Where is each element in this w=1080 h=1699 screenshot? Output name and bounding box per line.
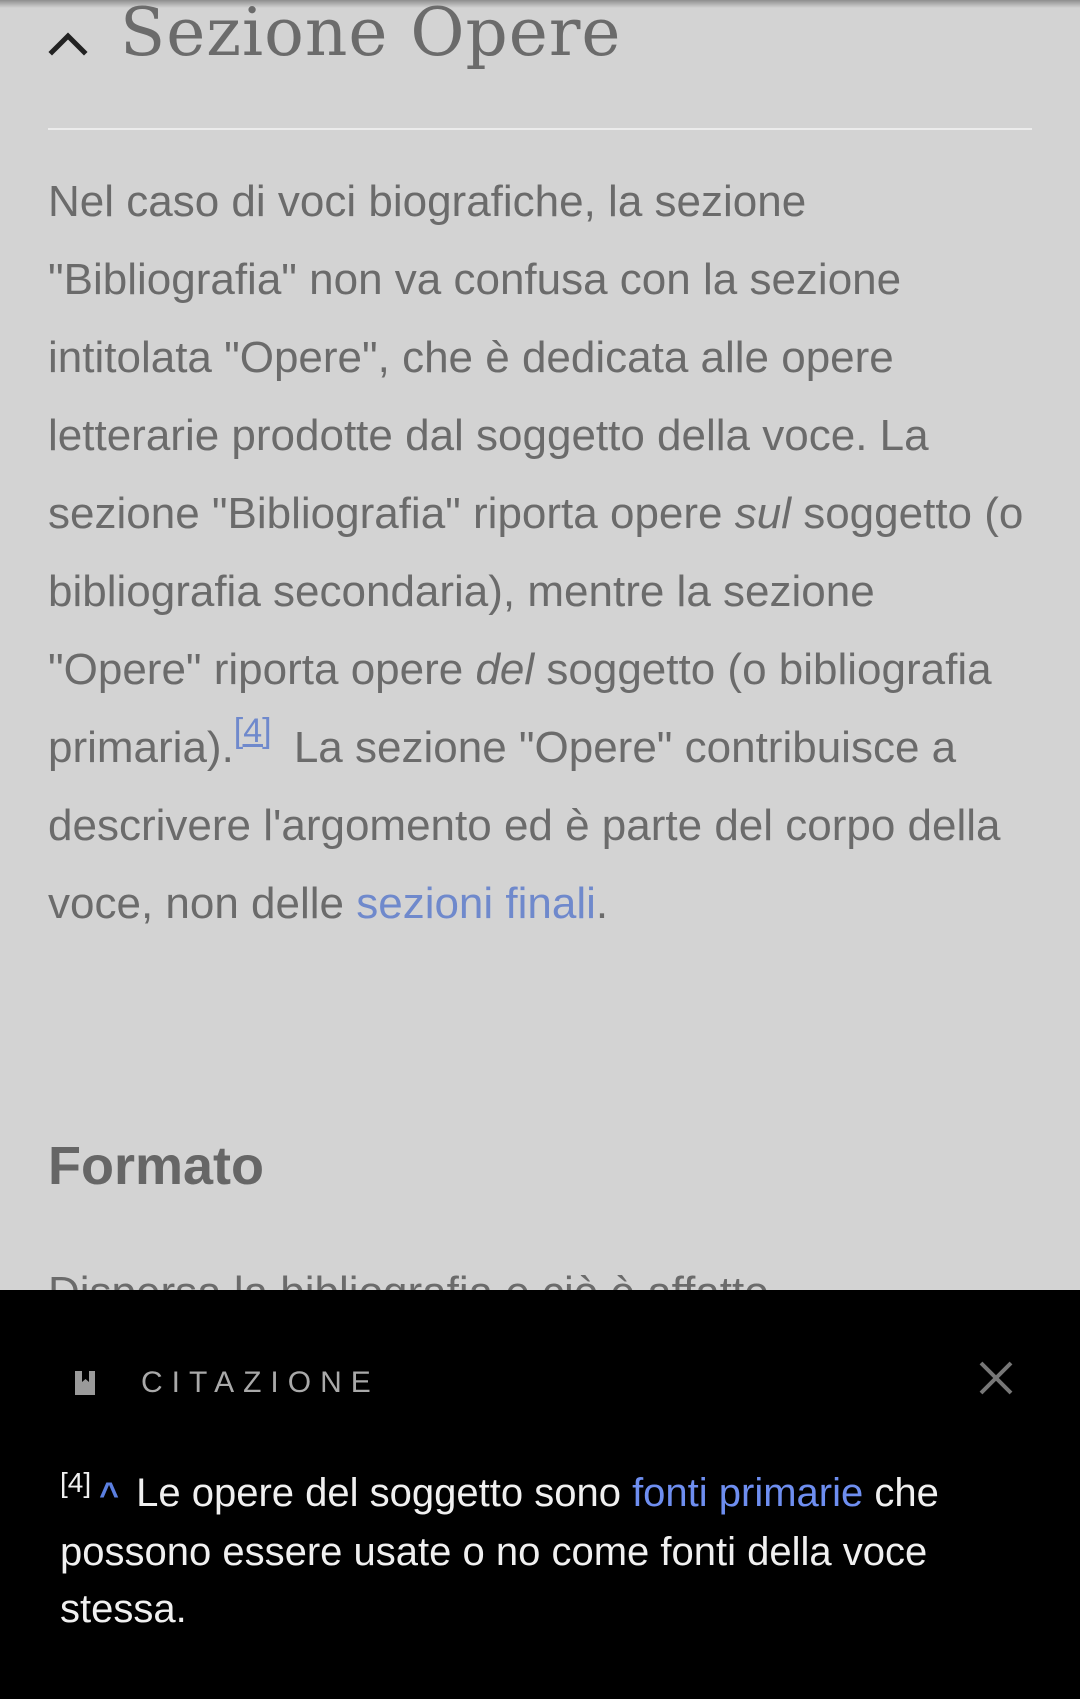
- body-paragraph: Nel caso di voci biografiche, la sezione…: [48, 163, 1038, 943]
- chevron-up-icon[interactable]: [48, 22, 92, 66]
- citation-number: [4]: [60, 1467, 92, 1498]
- paragraph-text-1: Nel caso di voci biografiche, la sezione…: [48, 177, 929, 538]
- reference-link-4[interactable]: [4]: [234, 712, 272, 750]
- subheading-formato: Formato: [48, 1136, 264, 1196]
- paragraph-emphasis-del: del: [475, 645, 535, 694]
- citation-text-before: Le opere del soggetto sono: [125, 1471, 633, 1515]
- bookmark-icon: [75, 1371, 95, 1395]
- paragraph-text-5: .: [595, 879, 609, 928]
- citation-sheet: CITAZIONE [4] ^ Le opere del soggetto son…: [0, 1290, 1080, 1699]
- section-header[interactable]: Sezione Opere: [48, 0, 1032, 130]
- back-to-reference-caret[interactable]: ^: [99, 1476, 119, 1514]
- paragraph-emphasis-sul: sul: [734, 489, 791, 538]
- citation-sheet-title: CITAZIONE: [141, 1366, 380, 1399]
- sezioni-finali-link[interactable]: sezioni finali: [356, 879, 596, 928]
- fonti-primarie-link[interactable]: fonti primarie: [632, 1471, 863, 1515]
- close-icon[interactable]: [976, 1358, 1016, 1398]
- section-title: Sezione Opere: [120, 0, 622, 71]
- citation-text: [4] ^ Le opere del soggetto sono fonti pr…: [60, 1465, 1020, 1638]
